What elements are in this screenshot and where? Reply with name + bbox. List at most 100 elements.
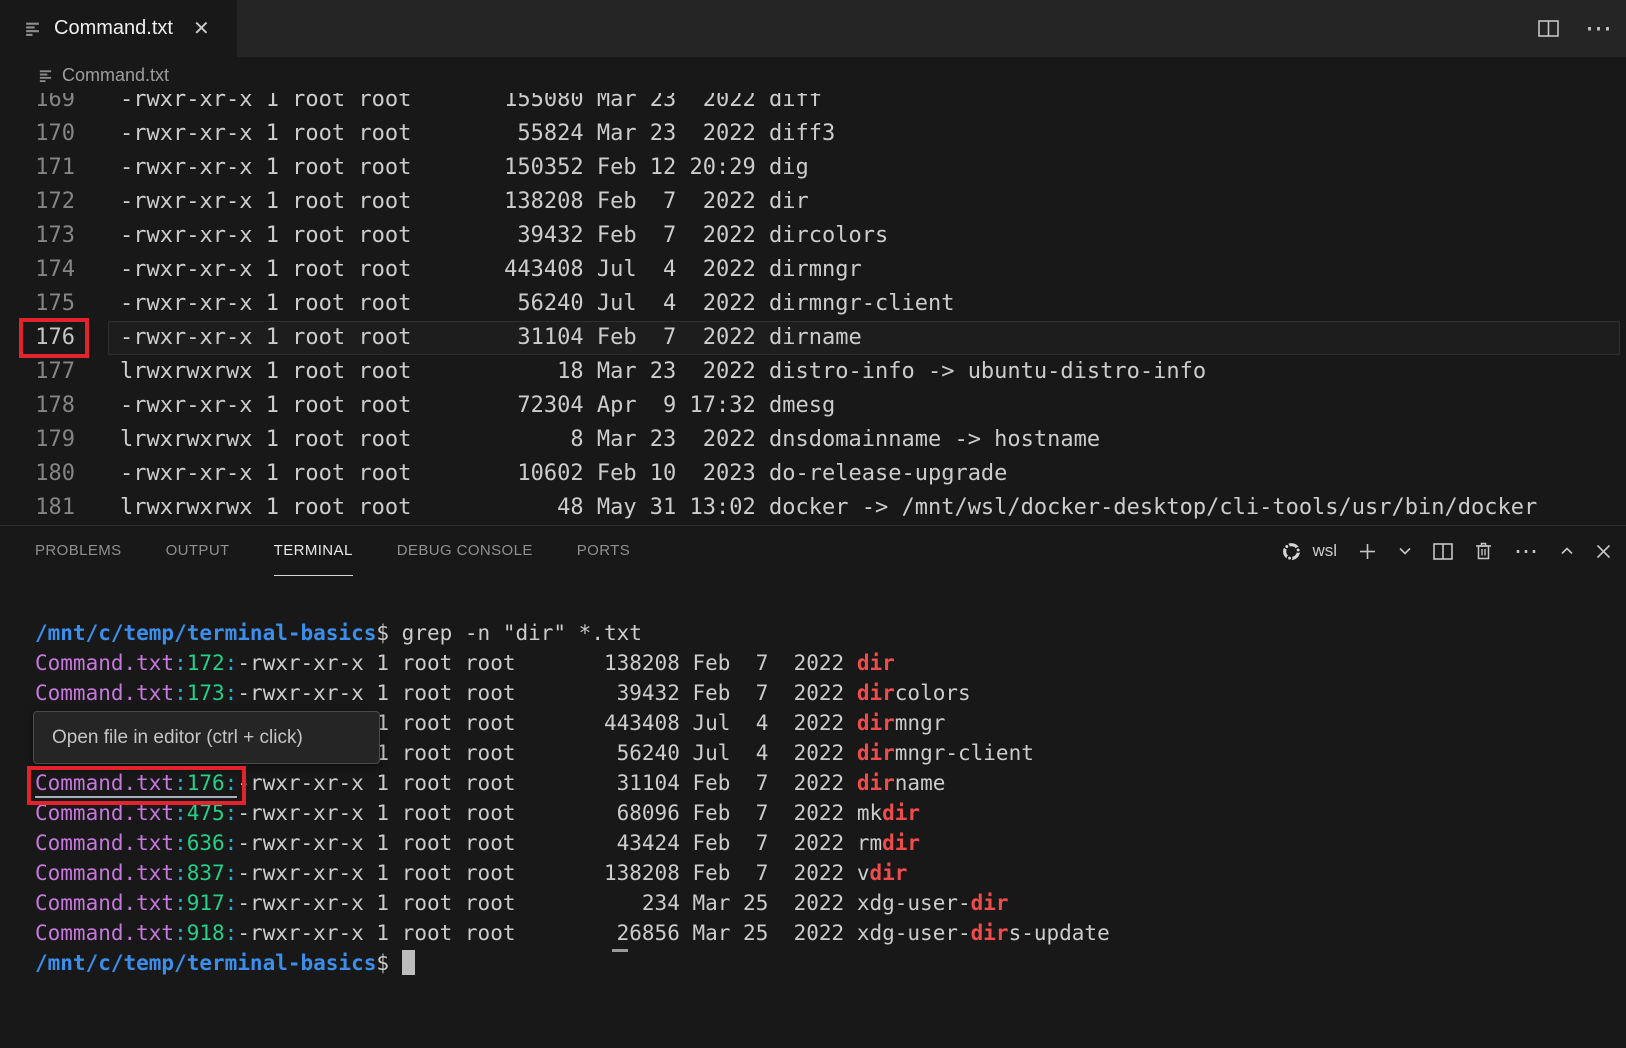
line-text: -rwxr-xr-x 1 root root 150352 Feb 12 20:… bbox=[120, 151, 809, 185]
terminal-dropdown-icon[interactable] bbox=[1398, 546, 1412, 556]
line-number[interactable]: 180 bbox=[0, 457, 75, 491]
panel-tabs: PROBLEMS OUTPUT TERMINAL DEBUG CONSOLE PORTS bbox=[35, 526, 630, 576]
editor-line: 173-rwxr-xr-x 1 root root 39432 Feb 7 20… bbox=[0, 219, 1626, 253]
file-link[interactable]: Command.txt:917: bbox=[35, 891, 237, 915]
maximize-panel-icon[interactable] bbox=[1560, 546, 1574, 556]
editor-line: 175-rwxr-xr-x 1 root root 56240 Jul 4 20… bbox=[0, 287, 1626, 321]
terminal-row: Command.txt:918:-rwxr-xr-x 1 root root 2… bbox=[35, 918, 1626, 948]
line-ref: 918 bbox=[187, 921, 225, 945]
kill-terminal-icon[interactable] bbox=[1474, 541, 1493, 561]
file-link[interactable]: Command.txt:172: bbox=[35, 651, 237, 675]
match-pre: xdg-user- bbox=[857, 891, 971, 915]
match-text: dir bbox=[857, 711, 895, 735]
file-link[interactable]: Command.txt:636: bbox=[35, 831, 237, 855]
line-number[interactable]: 174 bbox=[0, 253, 75, 287]
match-text: dir bbox=[971, 921, 1009, 945]
annotation-box-terminal-176 bbox=[27, 766, 246, 805]
command-text: grep -n "dir" *.txt bbox=[389, 621, 642, 645]
terminal-row: Command.txt:837:-rwxr-xr-x 1 root root 1… bbox=[35, 858, 1626, 888]
editor-lines: 169 -rwxr-xr-x 1 root root 155080 Mar 23 … bbox=[0, 93, 1626, 525]
editor-line: 176-rwxr-xr-x 1 root root 31104 Feb 7 20… bbox=[0, 321, 1626, 355]
more-actions-icon[interactable]: ⋯ bbox=[1585, 13, 1614, 44]
editor-pane[interactable]: 169 -rwxr-xr-x 1 root root 155080 Mar 23 … bbox=[0, 93, 1626, 525]
new-terminal-icon[interactable] bbox=[1358, 542, 1377, 561]
match-text: dir bbox=[870, 861, 908, 885]
row-text: -rwxr-xr-x 1 root root 138208 Feb 7 2022 bbox=[237, 651, 857, 675]
close-panel-icon[interactable] bbox=[1595, 543, 1612, 560]
panel-tab-output[interactable]: OUTPUT bbox=[166, 526, 230, 576]
line-text: -rwxr-xr-x 1 root root 31104 Feb 7 2022 … bbox=[120, 321, 862, 355]
line-ref: 837 bbox=[187, 861, 225, 885]
split-terminal-icon[interactable] bbox=[1433, 543, 1453, 560]
terminal-row: /mnt/c/temp/terminal-basics$ bbox=[35, 948, 1626, 978]
line-text: -rwxr-xr-x 1 root root 155080 Mar 23 202… bbox=[120, 93, 822, 117]
terminal-view[interactable]: /mnt/c/temp/terminal-basics$ grep -n "di… bbox=[0, 575, 1626, 1048]
editor-line: 177lrwxrwxrwx 1 root root 18 Mar 23 2022… bbox=[0, 355, 1626, 389]
editor-line: 172-rwxr-xr-x 1 root root 138208 Feb 7 2… bbox=[0, 185, 1626, 219]
match-pre: xdg-user- bbox=[857, 921, 971, 945]
terminal-profile[interactable]: wsl bbox=[1279, 539, 1337, 564]
ubuntu-logo-icon bbox=[1279, 539, 1304, 564]
match-text: dir bbox=[882, 801, 920, 825]
prompt-path: /mnt/c/temp/terminal-basics bbox=[35, 951, 376, 975]
match-pre: mk bbox=[857, 801, 882, 825]
text-file-icon bbox=[24, 20, 41, 37]
breadcrumb-item: Command.txt bbox=[62, 65, 169, 86]
line-text: lrwxrwxrwx 1 root root 8 Mar 23 2022 dns… bbox=[120, 423, 1100, 457]
row-text: -rwxr-xr-x 1 root root 39432 Feb 7 2022 bbox=[237, 681, 857, 705]
file-link[interactable]: Command.txt:918: bbox=[35, 921, 237, 945]
match-post: colors bbox=[895, 681, 971, 705]
line-ref: 173 bbox=[187, 681, 225, 705]
editor-line: 169 -rwxr-xr-x 1 root root 155080 Mar 23 … bbox=[0, 93, 1626, 117]
panel-tab-problems[interactable]: PROBLEMS bbox=[35, 526, 122, 576]
row-text: -rwxr-xr-x 1 root root 234 Mar 25 2022 bbox=[237, 891, 857, 915]
separator: : bbox=[225, 891, 238, 915]
breadcrumb[interactable]: Command.txt bbox=[0, 57, 1626, 93]
line-number[interactable]: 171 bbox=[0, 151, 75, 185]
panel-more-icon[interactable]: ⋯ bbox=[1514, 537, 1539, 566]
line-number[interactable]: 177 bbox=[0, 355, 75, 389]
line-number[interactable]: 170 bbox=[0, 117, 75, 151]
annotation-box-editor-176 bbox=[19, 318, 89, 358]
split-editor-icon[interactable] bbox=[1538, 20, 1559, 37]
file-link[interactable]: Command.txt:173: bbox=[35, 681, 237, 705]
match-post: name bbox=[895, 771, 946, 795]
terminal-row: Command.txt:173:-rwxr-xr-x 1 root root 3… bbox=[35, 678, 1626, 708]
editor-actions: ⋯ bbox=[1538, 0, 1614, 57]
separator: : bbox=[174, 681, 187, 705]
editor-line: 174 -rwxr-xr-x 1 root root 443408 Jul 4 2… bbox=[0, 253, 1626, 287]
panel-tab-debug-console[interactable]: DEBUG CONSOLE bbox=[397, 526, 533, 576]
tab-command-txt[interactable]: Command.txt ✕ bbox=[0, 0, 237, 57]
separator: : bbox=[174, 861, 187, 885]
terminal-row: /mnt/c/temp/terminal-basics$ grep -n "di… bbox=[35, 618, 1626, 648]
line-text: -rwxr-xr-x 1 root root 10602 Feb 10 2023… bbox=[120, 457, 1007, 491]
panel-tab-ports[interactable]: PORTS bbox=[577, 526, 630, 576]
line-number[interactable]: 172 bbox=[0, 185, 75, 219]
line-number[interactable]: 178 bbox=[0, 389, 75, 423]
match-text: dir bbox=[857, 651, 895, 675]
tooltip-text: Open file in editor (ctrl + click) bbox=[52, 727, 303, 749]
tab-label: Command.txt bbox=[54, 17, 173, 40]
line-number[interactable]: 169 bbox=[0, 93, 75, 117]
prompt-symbol: $ bbox=[376, 621, 389, 645]
match-text: dir bbox=[857, 681, 895, 705]
terminal-row: Command.txt:636:-rwxr-xr-x 1 root root 4… bbox=[35, 828, 1626, 858]
match-pre: v bbox=[857, 861, 870, 885]
tab-close-icon[interactable]: ✕ bbox=[193, 19, 210, 39]
terminal-cursor bbox=[402, 950, 415, 975]
file-name: Command.txt bbox=[35, 921, 174, 945]
separator: : bbox=[225, 651, 238, 675]
line-text: -rwxr-xr-x 1 root root 443408 Jul 4 2022… bbox=[120, 253, 862, 287]
line-number[interactable]: 175 bbox=[0, 287, 75, 321]
panel-tab-terminal[interactable]: TERMINAL bbox=[274, 526, 353, 576]
line-number[interactable]: 181 bbox=[0, 491, 75, 525]
editor-line: 179 lrwxrwxrwx 1 root root 8 Mar 23 2022 … bbox=[0, 423, 1626, 457]
line-text: -rwxr-xr-x 1 root root 72304 Apr 9 17:32… bbox=[120, 389, 835, 423]
editor-line: 178 -rwxr-xr-x 1 root root 72304 Apr 9 17… bbox=[0, 389, 1626, 423]
line-text: -rwxr-xr-x 1 root root 55824 Mar 23 2022… bbox=[120, 117, 835, 151]
file-link[interactable]: Command.txt:837: bbox=[35, 861, 237, 885]
line-number[interactable]: 173 bbox=[0, 219, 75, 253]
match-text: dir bbox=[882, 831, 920, 855]
line-number[interactable]: 179 bbox=[0, 423, 75, 457]
editor-tab-strip: Command.txt ✕ ⋯ bbox=[0, 0, 1626, 57]
